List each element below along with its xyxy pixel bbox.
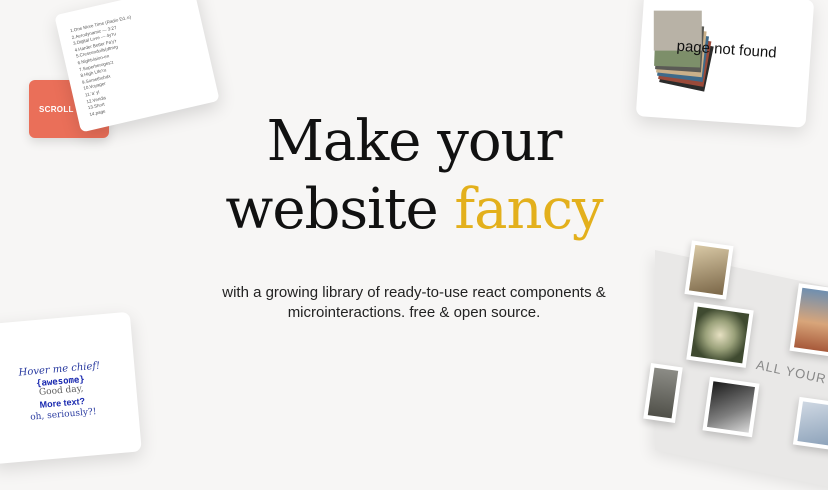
gallery-photo[interactable]	[684, 240, 734, 300]
hero-title-line1: Make your	[266, 109, 563, 174]
gallery-photo[interactable]	[686, 302, 754, 368]
gallery-photo[interactable]	[792, 396, 828, 452]
hover-text-card[interactable]: Hover me chief! {awesome} Good day, More…	[0, 311, 142, 465]
hero-title: Make your website fancy	[0, 108, 828, 244]
tracklist: 1.One More Time (Radio Ed..e) 2.Aerodyna…	[54, 0, 217, 121]
hero-title-line2: website	[225, 177, 455, 242]
gallery-photo[interactable]	[702, 376, 760, 438]
hero-subtitle-line1: with a growing library of ready-to-use r…	[222, 284, 606, 301]
hero-subtitle-line2: microinteractions. free & open source.	[287, 304, 541, 321]
hover-text-stack: Hover me chief! {awesome} Good day, More…	[0, 358, 139, 427]
hero-title-accent: fancy	[454, 177, 603, 242]
hero: Make your website fancy	[0, 108, 828, 244]
